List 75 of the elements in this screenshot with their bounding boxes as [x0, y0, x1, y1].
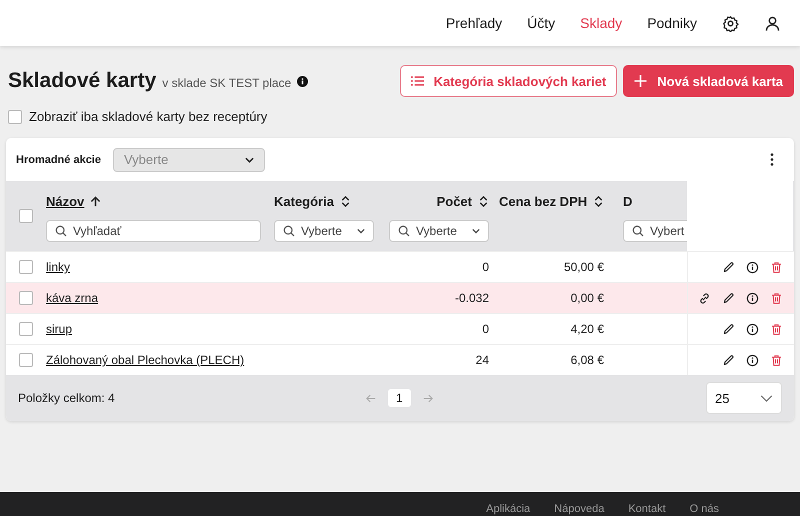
checkbox[interactable] [8, 110, 22, 124]
table-cell: 0 [482, 322, 489, 336]
delete-icon[interactable] [770, 260, 783, 274]
nav-link[interactable]: Podniky [647, 15, 697, 31]
item-link[interactable]: sirup [46, 322, 72, 336]
footer-link[interactable]: Nápoveda [554, 502, 604, 516]
item-link[interactable]: Zálohovaný obal Plechovka (PLECH) [46, 353, 244, 367]
nav-link[interactable]: Účty [527, 15, 556, 31]
search-icon [398, 225, 410, 237]
edit-icon[interactable] [722, 260, 735, 274]
delete-icon[interactable] [770, 322, 783, 336]
item-link[interactable]: linky [46, 260, 70, 274]
row-checkbox[interactable] [19, 260, 33, 274]
column-header[interactable]: Kategória [274, 194, 334, 208]
info-icon[interactable] [297, 76, 308, 86]
search-icon [55, 225, 67, 237]
footer-link[interactable]: Aplikácia [486, 502, 530, 516]
user-icon[interactable] [764, 14, 781, 32]
edit-icon[interactable] [722, 354, 735, 366]
table-cell: 0,00 € [570, 291, 604, 305]
row-checkbox[interactable] [19, 291, 33, 305]
info-icon[interactable] [746, 354, 759, 366]
list-icon [410, 75, 424, 87]
filter-select[interactable]: Vyberte [274, 220, 374, 242]
row-checkbox[interactable] [19, 322, 33, 336]
sort-ascending-icon[interactable] [90, 196, 102, 206]
page-button[interactable]: 1 [388, 389, 411, 407]
chevron-down-icon [760, 394, 773, 402]
plus-icon [634, 75, 648, 87]
checkbox-label: Zobraziť iba skladové karty bez receptúry [29, 109, 268, 124]
item-link[interactable]: káva zrna [46, 291, 98, 305]
search-field[interactable]: Vyhľadať [46, 220, 261, 242]
delete-icon[interactable] [770, 354, 783, 366]
bulk-actions-label: Hromadné akcie [16, 154, 101, 166]
chevron-down-icon [472, 228, 480, 234]
sort-icon[interactable] [478, 196, 489, 206]
info-icon[interactable] [746, 260, 759, 274]
nav-link[interactable]: Prehľady [446, 15, 502, 31]
new-card-button[interactable]: Nová skladová karta [623, 65, 794, 97]
table-cell: 4,20 € [570, 322, 604, 336]
search-icon [283, 225, 295, 237]
page-size-select[interactable]: 25 [706, 382, 782, 414]
search-icon [632, 225, 644, 237]
table-cell: 24 [476, 353, 489, 367]
table-cell: -0.032 [454, 291, 489, 305]
settings-icon[interactable] [722, 14, 739, 32]
info-icon[interactable] [746, 322, 759, 336]
table-cell: 0 [482, 260, 489, 274]
categories-button[interactable]: Kategória skladových kariet [400, 65, 618, 97]
chevron-down-icon [357, 228, 365, 234]
sort-icon[interactable] [340, 196, 351, 206]
footer-link[interactable]: Kontakt [628, 502, 666, 516]
nav-link[interactable]: Sklady [580, 15, 622, 31]
total-items-label: Položky celkom: 4 [18, 391, 115, 405]
delete-icon[interactable] [770, 292, 783, 304]
column-header[interactable]: Cena bez DPH [499, 194, 588, 208]
chevron-down-icon [244, 156, 254, 162]
filter-select[interactable]: Vyberte [389, 220, 489, 242]
row-checkbox[interactable] [19, 353, 33, 367]
info-icon[interactable] [746, 292, 759, 304]
select-all-checkbox[interactable] [19, 209, 33, 223]
page-title: Skladové karty [8, 69, 156, 93]
edit-icon[interactable] [722, 322, 735, 336]
edit-icon[interactable] [722, 292, 735, 304]
column-header[interactable]: Počet [436, 194, 472, 208]
footer-link[interactable]: O nás [690, 502, 719, 516]
warehouse-subtitle: v sklade SK TEST place [162, 76, 292, 90]
link-icon[interactable] [698, 292, 711, 304]
filter-select[interactable]: Vybert [623, 220, 687, 242]
sort-icon[interactable] [593, 196, 604, 206]
table-cell: 50,00 € [564, 260, 604, 274]
column-header[interactable]: D [623, 194, 632, 208]
more-icon[interactable] [770, 153, 774, 166]
column-header[interactable]: Názov [46, 194, 84, 208]
table-cell: 6,08 € [570, 353, 604, 367]
